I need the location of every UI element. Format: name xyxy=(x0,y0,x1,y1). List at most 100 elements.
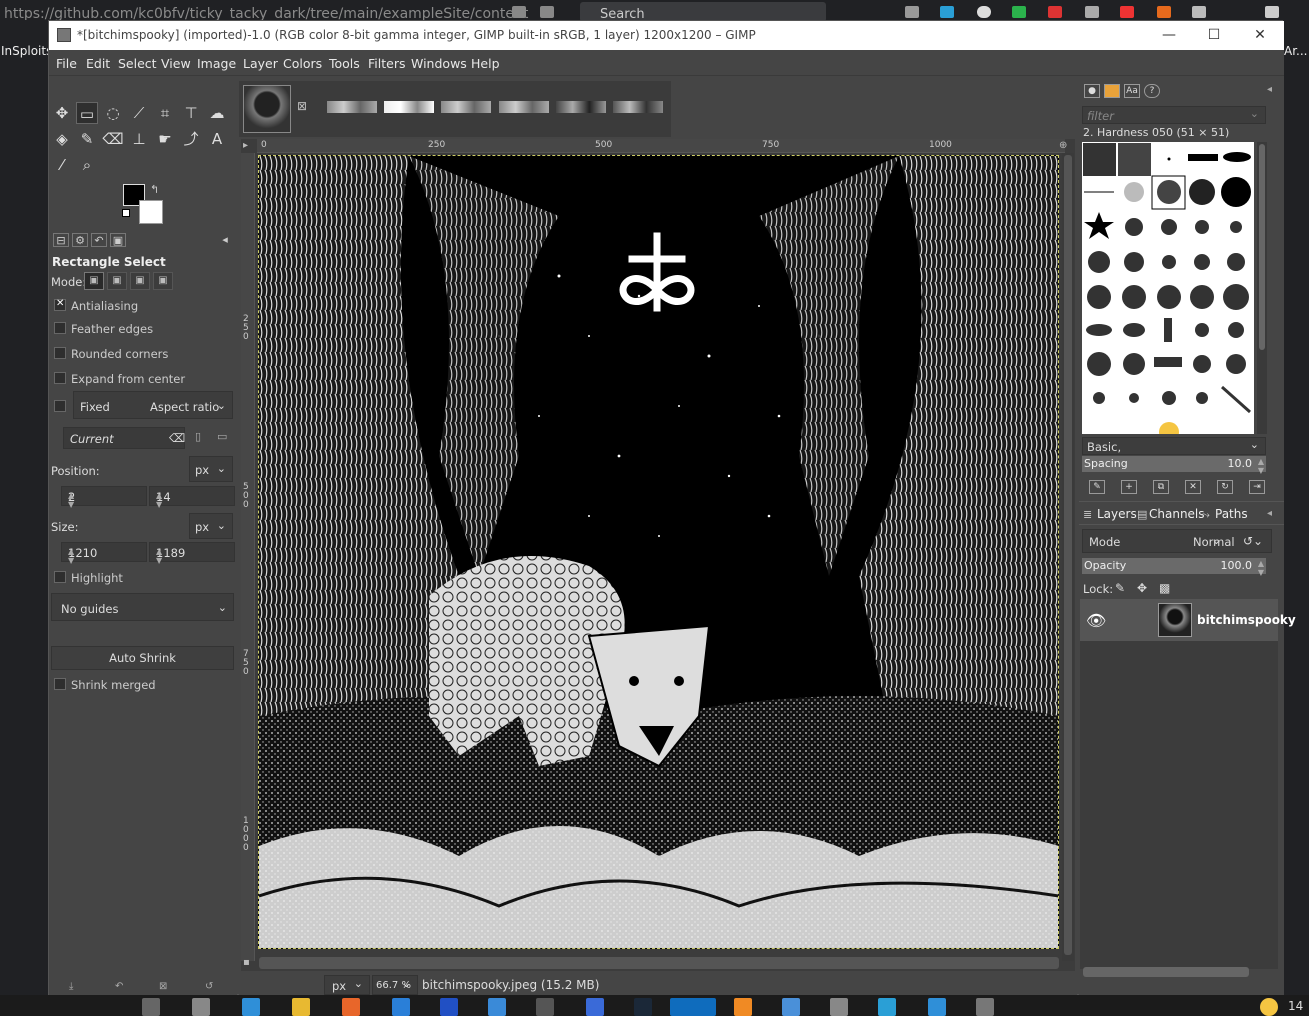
restore-preset-icon[interactable]: ↶ xyxy=(115,981,123,992)
menu-help[interactable]: Help xyxy=(471,56,500,71)
extension-puzzle-icon[interactable] xyxy=(1192,6,1206,18)
app-icon[interactable] xyxy=(488,998,506,1016)
spacing-slider[interactable]: Spacing 10.0 ▲ ▼ xyxy=(1082,456,1266,475)
weather-icon[interactable] xyxy=(1260,998,1278,1016)
gimp-taskbar-icon[interactable] xyxy=(976,998,994,1016)
browser-tab-label-right[interactable]: Ar... xyxy=(1284,44,1307,58)
powershell-icon[interactable] xyxy=(242,998,260,1016)
tab-channels[interactable]: Channels xyxy=(1149,507,1205,521)
spin-arrows-icon[interactable]: ▲ ▼ xyxy=(1258,457,1264,475)
layers-configure-icon[interactable]: ◂ xyxy=(1267,508,1272,519)
lock-alpha-icon[interactable]: ▩ xyxy=(1159,581,1170,595)
extensions-icon[interactable] xyxy=(512,6,526,18)
vertical-ruler[interactable]: 250 500 750 1000 xyxy=(241,153,255,961)
app-icon[interactable] xyxy=(782,998,800,1016)
default-colors-icon[interactable] xyxy=(122,209,130,217)
brush-filter-input[interactable]: filter ⌄ xyxy=(1082,106,1266,124)
brush-thumbnail[interactable] xyxy=(327,101,377,113)
minimize-button[interactable]: — xyxy=(1146,24,1192,46)
open-brush-icon[interactable]: ⇥ xyxy=(1249,480,1265,494)
layer-mode-combo[interactable]: Mode Normal ⌄ ↺⌄ xyxy=(1082,529,1272,553)
tool-options-tab-icon[interactable]: ⊟ xyxy=(53,233,69,247)
aspect-value-field[interactable]: Current ⌫ xyxy=(63,427,185,449)
lock-pixels-icon[interactable]: ✎ xyxy=(1115,581,1125,595)
reset-icon[interactable]: ↺ xyxy=(205,981,213,992)
mode-add-button[interactable]: ▣ xyxy=(107,272,127,290)
app-icon[interactable] xyxy=(586,998,604,1016)
navigate-icon[interactable]: ▪ xyxy=(243,957,250,968)
layer-row[interactable]: 👁 bitchimspooky xyxy=(1080,599,1296,641)
save-preset-icon[interactable]: ⤓ xyxy=(69,981,73,992)
background-color-swatch[interactable] xyxy=(139,200,163,224)
pocket-icon[interactable] xyxy=(905,6,919,18)
position-unit-combo[interactable]: px ⌄ xyxy=(189,456,233,482)
spin-arrows-icon[interactable]: ▲ ▼ xyxy=(68,491,144,509)
spin-arrows-icon[interactable]: ▲ ▼ xyxy=(68,547,144,565)
menu-edit[interactable]: Edit xyxy=(86,56,110,71)
close-tab-icon[interactable]: ⊠ xyxy=(297,99,307,113)
rounded-corners-checkbox[interactable] xyxy=(54,347,66,359)
configure-tab-icon[interactable]: ◂ xyxy=(217,233,233,247)
switch-mode-icon[interactable]: ↺⌄ xyxy=(1243,534,1263,548)
app-icon[interactable] xyxy=(878,998,896,1016)
browser-menu-icon[interactable] xyxy=(1265,6,1279,18)
horizontal-scrollbar[interactable] xyxy=(259,957,1059,969)
lasso-tool-icon[interactable]: ◌ xyxy=(102,102,124,124)
paintbrush-tool-icon[interactable]: ✎ xyxy=(76,128,98,150)
menu-view[interactable]: View xyxy=(161,56,191,71)
extension-camera-icon[interactable] xyxy=(1120,6,1134,18)
smudge-tool-icon[interactable]: ☛ xyxy=(154,128,176,150)
brush-thumbnail[interactable] xyxy=(499,101,549,113)
bucket-fill-tool-icon[interactable]: ◈ xyxy=(51,128,73,150)
powershell-icon[interactable] xyxy=(928,998,946,1016)
layer-name[interactable]: bitchimspooky xyxy=(1197,613,1296,627)
menu-colors[interactable]: Colors xyxy=(283,56,322,71)
highlight-checkbox[interactable] xyxy=(54,571,66,583)
fixed-mode-combo[interactable]: Fixed Aspect ratio ⌄ xyxy=(73,391,233,419)
visibility-eye-icon[interactable]: 👁 xyxy=(1086,611,1106,630)
crop-tool-icon[interactable]: ⌗ xyxy=(154,102,176,124)
image-tab-thumbnail[interactable] xyxy=(243,85,291,133)
brush-preset-combo[interactable]: Basic, ⌄ xyxy=(1082,437,1266,455)
brush-scroll-thumb[interactable] xyxy=(1259,144,1265,350)
delete-preset-icon[interactable]: ⊠ xyxy=(159,981,167,992)
title-bar[interactable]: *[bitchimspooky] (imported)-1.0 (RGB col… xyxy=(49,21,1284,50)
app-icon[interactable] xyxy=(536,998,554,1016)
menu-filters[interactable]: Filters xyxy=(368,56,405,71)
fonts-tab-icon[interactable]: Aa xyxy=(1124,84,1140,98)
tab-layers[interactable]: Layers xyxy=(1097,507,1137,521)
layers-scrollbar[interactable] xyxy=(1083,967,1249,977)
opacity-slider[interactable]: Opacity 100.0 ▲ ▼ xyxy=(1082,558,1266,577)
extension-red-icon[interactable] xyxy=(1048,6,1062,18)
landscape-icon[interactable]: ▭ xyxy=(217,430,227,443)
extension-green-icon[interactable] xyxy=(1012,6,1026,18)
move-tool-icon[interactable]: ✥ xyxy=(51,102,73,124)
zoom-tool-icon[interactable]: ⌕ xyxy=(76,154,98,176)
bitwarden-icon[interactable] xyxy=(440,998,458,1016)
download-icon[interactable] xyxy=(940,6,954,18)
steam-icon[interactable] xyxy=(634,998,652,1016)
quick-mask-icon[interactable]: ▸ xyxy=(243,140,248,151)
fixed-checkbox[interactable] xyxy=(54,400,66,412)
menu-tools[interactable]: Tools xyxy=(329,56,360,71)
menu-file[interactable]: File xyxy=(56,56,77,71)
terminal-icon[interactable] xyxy=(192,998,210,1016)
color-picker-tool-icon[interactable]: ⁄ xyxy=(51,154,73,176)
expand-from-center-checkbox[interactable] xyxy=(54,372,66,384)
image-canvas[interactable] xyxy=(258,155,1059,949)
extension-fox-icon[interactable] xyxy=(1157,6,1171,18)
vscode-icon[interactable] xyxy=(392,998,410,1016)
brushes-tab-icon[interactable]: ● xyxy=(1084,84,1100,98)
menu-select[interactable]: Select xyxy=(118,56,157,71)
size-width-input[interactable]: 1210 ▲ ▼ xyxy=(61,542,147,565)
file-explorer-icon[interactable] xyxy=(292,998,310,1016)
edit-brush-icon[interactable]: ✎ xyxy=(1089,480,1105,494)
antialiasing-checkbox[interactable] xyxy=(54,298,66,311)
undo-history-tab-icon[interactable]: ↶ xyxy=(91,233,107,247)
browser-search-box[interactable]: Search xyxy=(580,2,826,22)
menu-windows[interactable]: Windows xyxy=(411,56,467,71)
delete-brush-icon[interactable]: ✕ xyxy=(1185,480,1201,494)
eraser-tool-icon[interactable]: ⌫ xyxy=(102,128,124,150)
mode-subtract-button[interactable]: ▣ xyxy=(130,272,150,290)
horizontal-ruler[interactable]: 0 250 500 750 1000 xyxy=(257,139,1065,153)
